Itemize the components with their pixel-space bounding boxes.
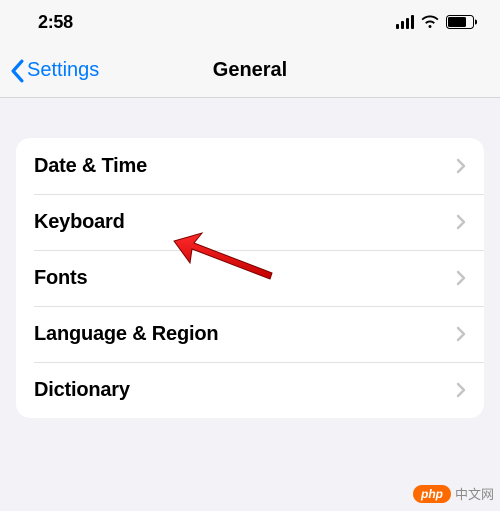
content-area: Date & Time Keyboard Fonts Language & Re… xyxy=(0,98,500,511)
row-label: Keyboard xyxy=(34,211,125,234)
back-label: Settings xyxy=(27,59,99,82)
wifi-icon xyxy=(421,15,439,29)
status-right xyxy=(396,15,474,29)
status-time: 2:58 xyxy=(38,12,73,33)
row-label: Date & Time xyxy=(34,155,147,178)
row-language-region[interactable]: Language & Region xyxy=(16,306,484,362)
row-fonts[interactable]: Fonts xyxy=(16,250,484,306)
row-label: Dictionary xyxy=(34,379,130,402)
chevron-right-icon xyxy=(456,270,466,286)
row-label: Fonts xyxy=(34,267,87,290)
chevron-right-icon xyxy=(456,382,466,398)
settings-group: Date & Time Keyboard Fonts Language & Re… xyxy=(16,138,484,418)
row-keyboard[interactable]: Keyboard xyxy=(16,194,484,250)
watermark-badge: php xyxy=(413,485,451,503)
chevron-right-icon xyxy=(456,158,466,174)
row-dictionary[interactable]: Dictionary xyxy=(16,362,484,418)
battery-icon xyxy=(446,15,474,29)
page-title: General xyxy=(213,59,287,82)
status-bar: 2:58 xyxy=(0,0,500,44)
cellular-signal-icon xyxy=(396,15,414,29)
row-date-time[interactable]: Date & Time xyxy=(16,138,484,194)
navigation-bar: Settings General xyxy=(0,44,500,98)
back-button[interactable]: Settings xyxy=(10,59,99,83)
chevron-left-icon xyxy=(10,59,25,83)
watermark: php 中文网 xyxy=(413,484,494,503)
watermark-text: 中文网 xyxy=(455,484,494,503)
chevron-right-icon xyxy=(456,326,466,342)
row-label: Language & Region xyxy=(34,323,218,346)
chevron-right-icon xyxy=(456,214,466,230)
